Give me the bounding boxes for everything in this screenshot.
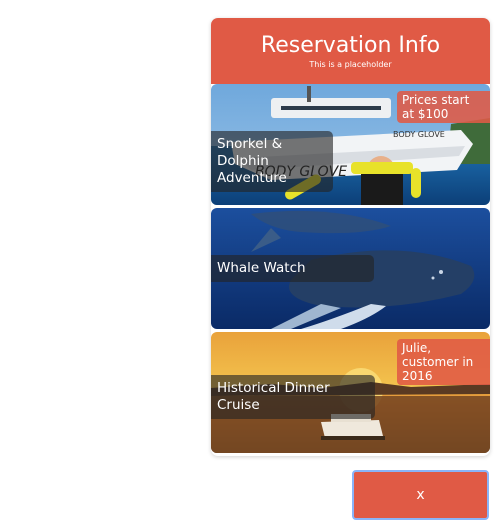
card-title: Historical Dinner Cruise [211, 375, 375, 419]
reservation-widget: Reservation Info This is a placeholder B… [211, 18, 490, 456]
card-title: Snorkel & Dolphin Adventure [211, 131, 333, 192]
testimonial-badge: Julie, customer in 2016 [397, 339, 490, 385]
svg-text:BODY GLOVE: BODY GLOVE [393, 130, 445, 139]
tour-card-snorkel[interactable]: BODY GLOVE BODY GLOVE Snorkel & Dolphin … [211, 84, 490, 205]
widget-subtitle: This is a placeholder [309, 60, 392, 69]
card-title: Whale Watch [211, 255, 374, 282]
tour-card-dinner-cruise[interactable]: Historical Dinner Cruise Julie, customer… [211, 332, 490, 453]
close-button[interactable]: x [352, 470, 489, 520]
widget-title: Reservation Info [260, 33, 441, 58]
tour-card-whale-watch[interactable]: Whale Watch [211, 208, 490, 329]
widget-header: Reservation Info This is a placeholder [211, 18, 490, 84]
price-badge: Prices start at $100 [397, 91, 490, 123]
